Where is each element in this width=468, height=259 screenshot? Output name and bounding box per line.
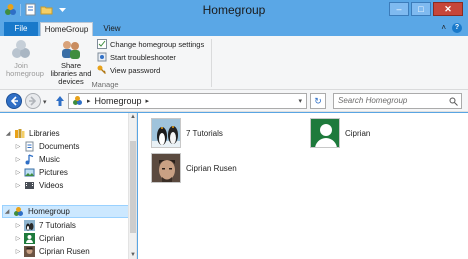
recent-locations-dropdown[interactable]: ▾ (43, 98, 47, 106)
refresh-button[interactable]: ↻ (310, 93, 326, 109)
tree-item-music[interactable]: ▷ Music (14, 153, 60, 166)
tree-item-documents[interactable]: ▷ Documents (14, 140, 79, 153)
ribbon-tabs: File HomeGroup View ˄ ? (0, 21, 468, 36)
address-bar[interactable]: ▸ Homegroup ▸ ▾ (68, 93, 307, 109)
photo-thumbnail-icon (151, 153, 181, 183)
manage-group-label: Manage (91, 80, 119, 89)
content-pane: 7 Tutorials Ciprian Ciprian Rusen (138, 113, 468, 259)
join-homegroup-label: Join homegroup (6, 61, 44, 78)
help-icon[interactable]: ? (452, 23, 462, 33)
content-label-ciprian-rusen: Ciprian Rusen (186, 163, 237, 173)
content-label-7-tutorials: 7 Tutorials (186, 128, 223, 138)
start-troubleshooter-button[interactable]: Start troubleshooter (97, 52, 176, 62)
content-item-ciprian-rusen[interactable]: Ciprian Rusen (151, 153, 237, 183)
join-homegroup-button[interactable]: Join homegroup (6, 38, 44, 78)
tree-item-ciprian-rusen[interactable]: ▷ Ciprian Rusen (14, 245, 90, 258)
collapsed-arrow-icon[interactable]: ▷ (14, 248, 22, 255)
tree-label-libraries: Libraries (29, 129, 60, 138)
search-icon (449, 97, 458, 106)
penguins-thumbnail-icon (151, 118, 181, 148)
tree-item-ciprian[interactable]: ▷ Ciprian (14, 232, 64, 245)
tree-label-ciprian-rusen: Ciprian Rusen (39, 247, 90, 256)
tree-label-documents: Documents (39, 142, 80, 151)
tab-file[interactable]: File (4, 22, 38, 36)
join-homegroup-icon (10, 38, 32, 60)
ribbon-controls: ˄ ? (441, 23, 462, 33)
scrollbar-thumb[interactable] (130, 141, 136, 233)
tree-label-homegroup: Homegroup (28, 207, 70, 216)
documents-icon (24, 141, 35, 152)
tree-item-7-tutorials[interactable]: ▷ 7 Tutorials (14, 219, 76, 232)
tab-view[interactable]: View (96, 22, 128, 36)
checklist-icon (97, 39, 107, 49)
tree-label-pictures: Pictures (39, 168, 68, 177)
user-avatar-icon (24, 233, 35, 244)
view-password-label: View password (110, 65, 161, 75)
collapsed-arrow-icon[interactable]: ▷ (14, 156, 22, 163)
tree-item-videos[interactable]: ▷ Videos (14, 179, 64, 192)
title-bar: Homegroup – □ ✕ (0, 0, 468, 21)
videos-icon (24, 180, 35, 191)
breadcrumb-chevron-icon[interactable]: ▸ (146, 97, 150, 105)
change-homegroup-settings-button[interactable]: Change homegroup settings (97, 39, 204, 49)
homegroup-icon (13, 206, 24, 217)
tree-item-homegroup[interactable]: ◢ Homegroup (2, 205, 129, 218)
homegroup-location-icon (72, 95, 83, 108)
window-controls: – □ ✕ (389, 2, 463, 16)
photo-avatar-icon (24, 246, 35, 257)
troubleshooter-icon (97, 52, 107, 62)
music-note-icon (24, 154, 35, 165)
collapsed-arrow-icon[interactable]: ▷ (14, 222, 22, 229)
share-libraries-button[interactable]: Share libraries and devices (48, 38, 94, 86)
collapsed-arrow-icon[interactable]: ▷ (14, 235, 22, 242)
expanded-arrow-icon[interactable]: ◢ (3, 208, 11, 215)
pictures-icon (24, 167, 35, 178)
search-input[interactable]: Search Homegroup (333, 93, 462, 109)
key-icon (97, 65, 107, 75)
navigation-scrollbar[interactable]: ▲ ▼ (128, 113, 136, 259)
minimize-button[interactable]: – (389, 2, 409, 16)
close-button[interactable]: ✕ (433, 2, 463, 16)
user-avatar-thumbnail-icon (310, 118, 340, 148)
start-troubleshooter-label: Start troubleshooter (110, 52, 176, 62)
back-button[interactable] (6, 93, 22, 109)
maximize-button[interactable]: □ (411, 2, 431, 16)
expand-ribbon-icon[interactable]: ˄ (441, 23, 446, 33)
up-arrow-icon[interactable] (54, 94, 66, 108)
ribbon-panel: Join homegroup Share libraries and devic… (0, 36, 468, 90)
view-password-button[interactable]: View password (97, 65, 160, 75)
forward-button[interactable] (25, 93, 41, 109)
collapsed-arrow-icon[interactable]: ▷ (14, 143, 22, 150)
tree-label-music: Music (39, 155, 60, 164)
collapsed-arrow-icon[interactable]: ▷ (14, 169, 22, 176)
tab-homegroup[interactable]: HomeGroup (40, 22, 93, 36)
address-history-dropdown[interactable]: ▾ (298, 97, 302, 105)
tree-item-pictures[interactable]: ▷ Pictures (14, 166, 68, 179)
share-users-icon (60, 38, 82, 60)
navigation-pane: ◢ Libraries ▷ Documents ▷ Music ▷ Pictur… (0, 113, 137, 259)
collapsed-arrow-icon[interactable]: ▷ (14, 182, 22, 189)
tree-item-libraries[interactable]: ◢ Libraries (4, 127, 60, 140)
tree-label-7-tutorials: 7 Tutorials (39, 221, 76, 230)
expanded-arrow-icon[interactable]: ◢ (4, 130, 12, 137)
address-toolbar: ▾ ▸ Homegroup ▸ ▾ ↻ Search Homegroup (0, 90, 468, 112)
breadcrumb-homegroup[interactable]: Homegroup (95, 96, 142, 106)
tree-label-videos: Videos (39, 181, 64, 190)
change-homegroup-settings-label: Change homegroup settings (110, 39, 205, 49)
content-item-ciprian[interactable]: Ciprian (310, 118, 370, 148)
content-item-7-tutorials[interactable]: 7 Tutorials (151, 118, 223, 148)
breadcrumb-separator-icon[interactable]: ▸ (87, 97, 91, 105)
scroll-up-arrow-icon[interactable]: ▲ (130, 114, 136, 120)
penguins-avatar-icon (24, 220, 35, 231)
tree-label-ciprian: Ciprian (39, 234, 65, 243)
search-placeholder: Search Homegroup (338, 96, 408, 105)
content-label-ciprian: Ciprian (345, 128, 371, 138)
ribbon-group-divider (211, 39, 212, 87)
scroll-down-arrow-icon[interactable]: ▼ (130, 252, 136, 258)
libraries-icon (14, 128, 25, 139)
